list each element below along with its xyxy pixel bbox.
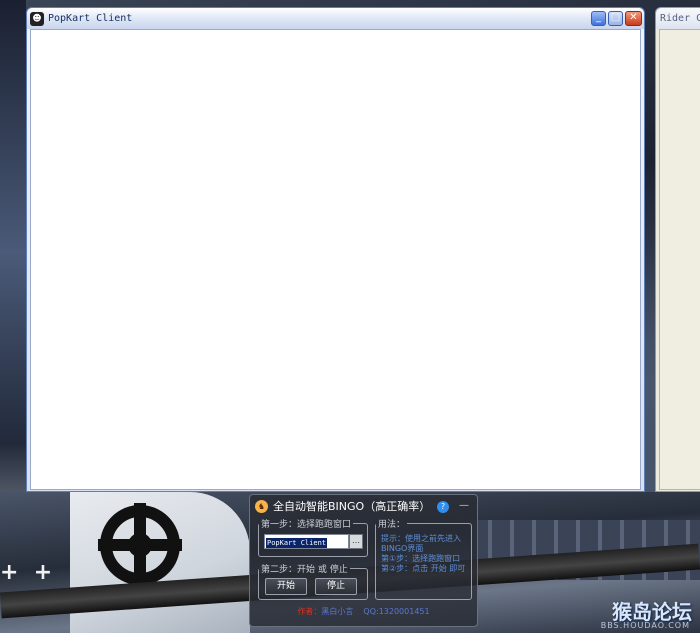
- side-window-client-area: [659, 29, 700, 490]
- usage-line: 第②步：点击 开始 即可: [381, 564, 466, 573]
- tool-app-icon: ♞: [255, 499, 268, 513]
- maximize-button[interactable]: □: [608, 11, 623, 26]
- side-window-title[interactable]: Rider C: [656, 8, 700, 29]
- step1-group: 第一步：选择跑跑窗口 PopKart Client …: [258, 517, 368, 557]
- tool-title: 全自动智能BINGO（高正确率）: [273, 500, 431, 513]
- help-icon[interactable]: ?: [437, 501, 449, 513]
- usage-instructions: 提示：使用之前先进入BINGO界面 第①步：选择跑跑窗口 第②步：点击 开始 即…: [381, 534, 467, 574]
- side-window[interactable]: Rider C: [655, 7, 700, 492]
- usage-line: 第①步：选择跑跑窗口: [381, 554, 461, 563]
- author-qq: QQ:1320001451: [363, 607, 430, 616]
- start-button[interactable]: 开始: [265, 578, 307, 595]
- author-label: 作者：: [297, 607, 322, 616]
- wallpaper-symbol-center: [128, 533, 152, 557]
- window-select-value[interactable]: PopKart Client: [264, 534, 349, 549]
- popkart-icon: ☻: [30, 11, 44, 26]
- usage-line: 提示：使用之前先进入BINGO界面: [381, 534, 461, 553]
- step2-group: 第二步：开始 或 停止 开始 停止: [258, 562, 368, 600]
- close-icon: —: [459, 500, 469, 511]
- bingo-tool-window[interactable]: ♞ 全自动智能BINGO（高正确率） ? — 第一步：选择跑跑窗口 PopKar…: [249, 494, 478, 627]
- window-title: PopKart Client: [48, 13, 133, 24]
- window-client-area[interactable]: [30, 29, 641, 490]
- maximize-icon: □: [610, 12, 621, 23]
- tool-close-button[interactable]: —: [457, 500, 471, 512]
- popkart-client-window[interactable]: ☻ PopKart Client _ □ ✕: [26, 7, 645, 492]
- window-titlebar[interactable]: ☻ PopKart Client _ □ ✕: [27, 8, 644, 29]
- minimize-icon: _: [596, 12, 601, 23]
- usage-legend: 用法：: [378, 520, 406, 530]
- author-name: 黑白小言: [321, 607, 354, 616]
- dropdown-arrow-icon[interactable]: …: [349, 534, 363, 549]
- stop-button[interactable]: 停止: [315, 578, 357, 595]
- tool-footer: 作者：黑白小言 QQ:1320001451: [250, 606, 477, 620]
- tool-titlebar[interactable]: ♞ 全自动智能BINGO（高正确率） ? —: [250, 495, 477, 517]
- wallpaper-art-crosses: + +: [0, 560, 53, 585]
- step2-legend: 第二步：开始 或 停止: [261, 565, 348, 575]
- minimize-button[interactable]: _: [591, 11, 606, 26]
- close-button[interactable]: ✕: [625, 11, 642, 26]
- step1-legend: 第一步：选择跑跑窗口: [261, 520, 352, 530]
- close-icon: ✕: [629, 12, 638, 23]
- window-select-dropdown[interactable]: PopKart Client …: [264, 534, 363, 549]
- usage-group: 用法： 提示：使用之前先进入BINGO界面 第①步：选择跑跑窗口 第②步：点击 …: [375, 517, 472, 600]
- forum-watermark-url: BBS.HOUDAO.COM: [600, 621, 690, 630]
